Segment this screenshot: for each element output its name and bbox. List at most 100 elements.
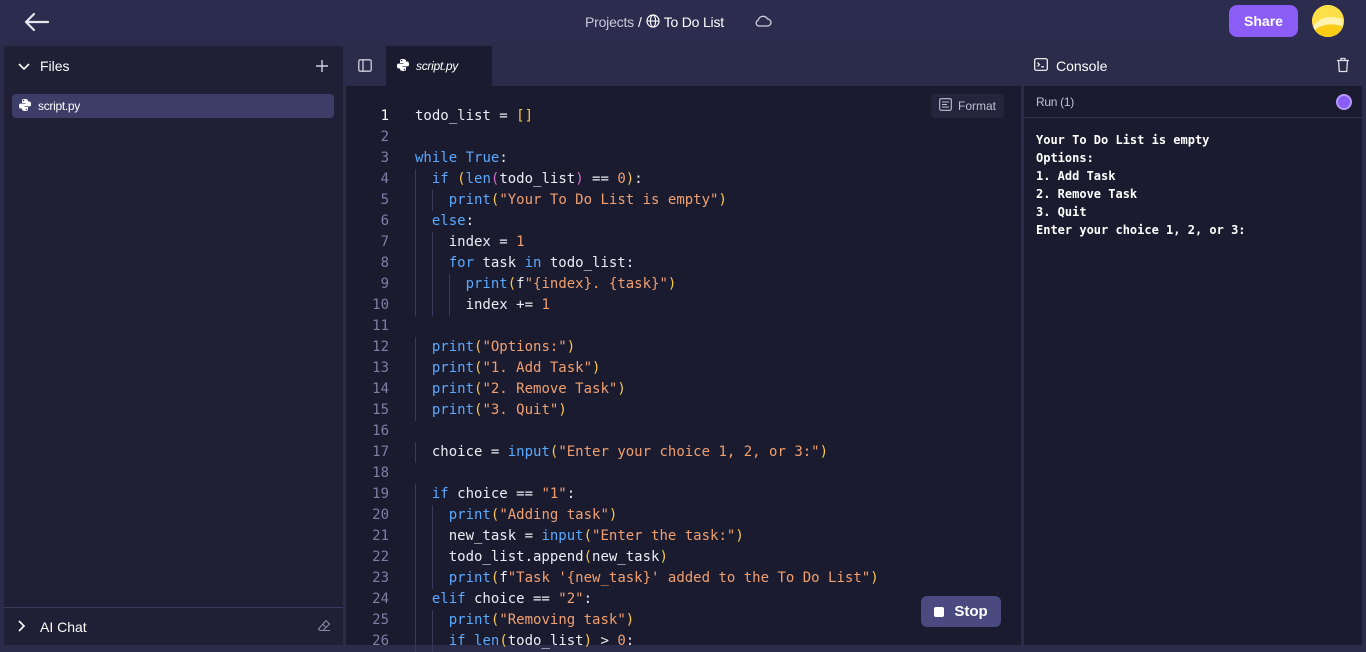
code-line[interactable]: 4 if (len(todo_list) == 0): bbox=[346, 169, 1021, 190]
line-number: 8 bbox=[380, 255, 389, 271]
code-line[interactable]: 9 print(f"{index}. {task}") bbox=[346, 274, 1021, 295]
code-text: if (len(todo_list) == 0): bbox=[431, 171, 643, 187]
code-text: print("Removing task") bbox=[448, 612, 635, 628]
code-line[interactable]: 26 if len(todo_list) > 0: bbox=[346, 631, 1021, 652]
line-number: 11 bbox=[372, 318, 389, 334]
code-line[interactable]: 23 print(f"Task '{new_task}' added to th… bbox=[346, 568, 1021, 589]
code-text: new_task = input("Enter the task:") bbox=[415, 528, 744, 544]
code-text: todo_list = [] bbox=[415, 108, 534, 124]
code-text: print("Adding task") bbox=[448, 507, 618, 523]
code-line[interactable]: 8 for task in todo_list: bbox=[346, 253, 1021, 274]
code-line[interactable]: 16 bbox=[346, 421, 1021, 442]
code-text: else: bbox=[431, 213, 475, 229]
code-text: for task in todo_list: bbox=[448, 255, 635, 271]
code-line[interactable]: 15 print("3. Quit") bbox=[346, 400, 1021, 421]
code-line[interactable]: 3 while True: bbox=[346, 148, 1021, 169]
line-number: 16 bbox=[372, 423, 389, 439]
file-item-label: script.py bbox=[38, 99, 80, 113]
files-sidebar: Files script.py AI Chat bbox=[4, 46, 343, 645]
running-indicator bbox=[1336, 94, 1352, 110]
eraser-icon[interactable] bbox=[317, 619, 331, 636]
code-line[interactable]: 11 bbox=[346, 316, 1021, 337]
console-panel: Console Run (1) Your To Do List is empty… bbox=[1024, 46, 1362, 645]
line-number: 10 bbox=[372, 297, 389, 313]
output-line: 1. Add Task bbox=[1036, 169, 1116, 183]
line-number: 2 bbox=[380, 129, 389, 145]
breadcrumb: Projects / To Do List bbox=[585, 12, 772, 32]
sidebar-toggle-icon[interactable] bbox=[358, 59, 372, 77]
files-title: Files bbox=[40, 58, 70, 74]
editor-tab-bar: script.py bbox=[346, 46, 1021, 86]
code-line[interactable]: 20 print("Adding task") bbox=[346, 505, 1021, 526]
line-number: 26 bbox=[372, 633, 389, 649]
line-number: 22 bbox=[372, 549, 389, 565]
code-line[interactable]: 21 new_task = input("Enter the task:") bbox=[346, 526, 1021, 547]
code-line[interactable]: 14 print("2. Remove Task") bbox=[346, 379, 1021, 400]
ai-chat-section[interactable]: AI Chat bbox=[4, 607, 343, 645]
breadcrumb-projects[interactable]: Projects bbox=[585, 14, 634, 30]
code-line[interactable]: 13 print("1. Add Task") bbox=[346, 358, 1021, 379]
add-file-icon[interactable] bbox=[315, 56, 329, 79]
python-icon bbox=[18, 98, 32, 115]
tab-script-py[interactable]: script.py bbox=[386, 46, 492, 86]
share-button[interactable]: Share bbox=[1229, 5, 1298, 37]
code-text: print("2. Remove Task") bbox=[431, 381, 626, 397]
line-number: 24 bbox=[372, 591, 389, 607]
code-line[interactable]: 7 index = 1 bbox=[346, 232, 1021, 253]
python-icon bbox=[396, 58, 410, 75]
stop-button[interactable]: Stop bbox=[921, 596, 1001, 627]
code-line[interactable]: 22 todo_list.append(new_task) bbox=[346, 547, 1021, 568]
files-header[interactable]: Files bbox=[4, 46, 343, 86]
line-number: 4 bbox=[380, 171, 389, 187]
code-line[interactable]: 12 print("Options:") bbox=[346, 337, 1021, 358]
console-header: Console bbox=[1024, 46, 1362, 86]
code-line[interactable]: 17 choice = input("Enter your choice 1, … bbox=[346, 442, 1021, 463]
code-text: choice = input("Enter your choice 1, 2, … bbox=[415, 444, 829, 460]
code-area[interactable]: 1 todo_list = [] 2 3 while True: 4 if (len(to… bbox=[346, 106, 1021, 652]
trash-icon[interactable] bbox=[1336, 57, 1350, 76]
tab-label: script.py bbox=[416, 59, 458, 73]
line-number: 15 bbox=[372, 402, 389, 418]
project-name[interactable]: To Do List bbox=[664, 14, 724, 30]
stop-square-icon bbox=[934, 606, 945, 617]
code-line[interactable]: 25 print("Removing task") bbox=[346, 610, 1021, 631]
run-label[interactable]: Run (1) bbox=[1036, 95, 1074, 109]
avatar[interactable] bbox=[1312, 5, 1344, 37]
line-number: 3 bbox=[380, 150, 389, 166]
file-item-script[interactable]: script.py bbox=[12, 94, 334, 118]
output-line: 3. Quit bbox=[1036, 205, 1087, 219]
code-line[interactable]: 24 elif choice == "2": bbox=[346, 589, 1021, 610]
code-line[interactable]: 5 print("Your To Do List is empty") bbox=[346, 190, 1021, 211]
code-text: if choice == "1": bbox=[431, 486, 576, 502]
line-number: 6 bbox=[380, 213, 389, 229]
line-number: 20 bbox=[372, 507, 389, 523]
output-line: Your To Do List is empty bbox=[1036, 133, 1210, 147]
code-line[interactable]: 1 todo_list = [] bbox=[346, 106, 1021, 127]
line-number: 23 bbox=[372, 570, 389, 586]
code-text: print(f"{index}. {task}") bbox=[465, 276, 677, 292]
line-number: 18 bbox=[372, 465, 389, 481]
line-number: 13 bbox=[372, 360, 389, 376]
code-line[interactable]: 19 if choice == "1": bbox=[346, 484, 1021, 505]
back-arrow-icon[interactable] bbox=[22, 10, 50, 34]
terminal-icon bbox=[1034, 58, 1048, 74]
line-number: 14 bbox=[372, 381, 389, 397]
breadcrumb-separator: / bbox=[637, 14, 642, 30]
code-line[interactable]: 10 index += 1 bbox=[346, 295, 1021, 316]
code-line[interactable]: 6 else: bbox=[346, 211, 1021, 232]
line-number: 9 bbox=[380, 276, 389, 292]
line-number: 17 bbox=[372, 444, 389, 460]
line-number: 1 bbox=[380, 108, 389, 124]
ai-chat-label: AI Chat bbox=[40, 618, 87, 635]
cloud-saved-icon bbox=[754, 14, 772, 31]
code-text: if len(todo_list) > 0: bbox=[448, 633, 635, 649]
code-text: print("3. Quit") bbox=[431, 402, 567, 418]
output-line: Options: bbox=[1036, 151, 1094, 165]
line-number: 21 bbox=[372, 528, 389, 544]
line-number: 5 bbox=[380, 192, 389, 208]
code-line[interactable]: 18 bbox=[346, 463, 1021, 484]
code-text: while True: bbox=[415, 150, 508, 166]
globe-icon bbox=[646, 13, 660, 31]
code-text: print("Options:") bbox=[431, 339, 576, 355]
code-line[interactable]: 2 bbox=[346, 127, 1021, 148]
